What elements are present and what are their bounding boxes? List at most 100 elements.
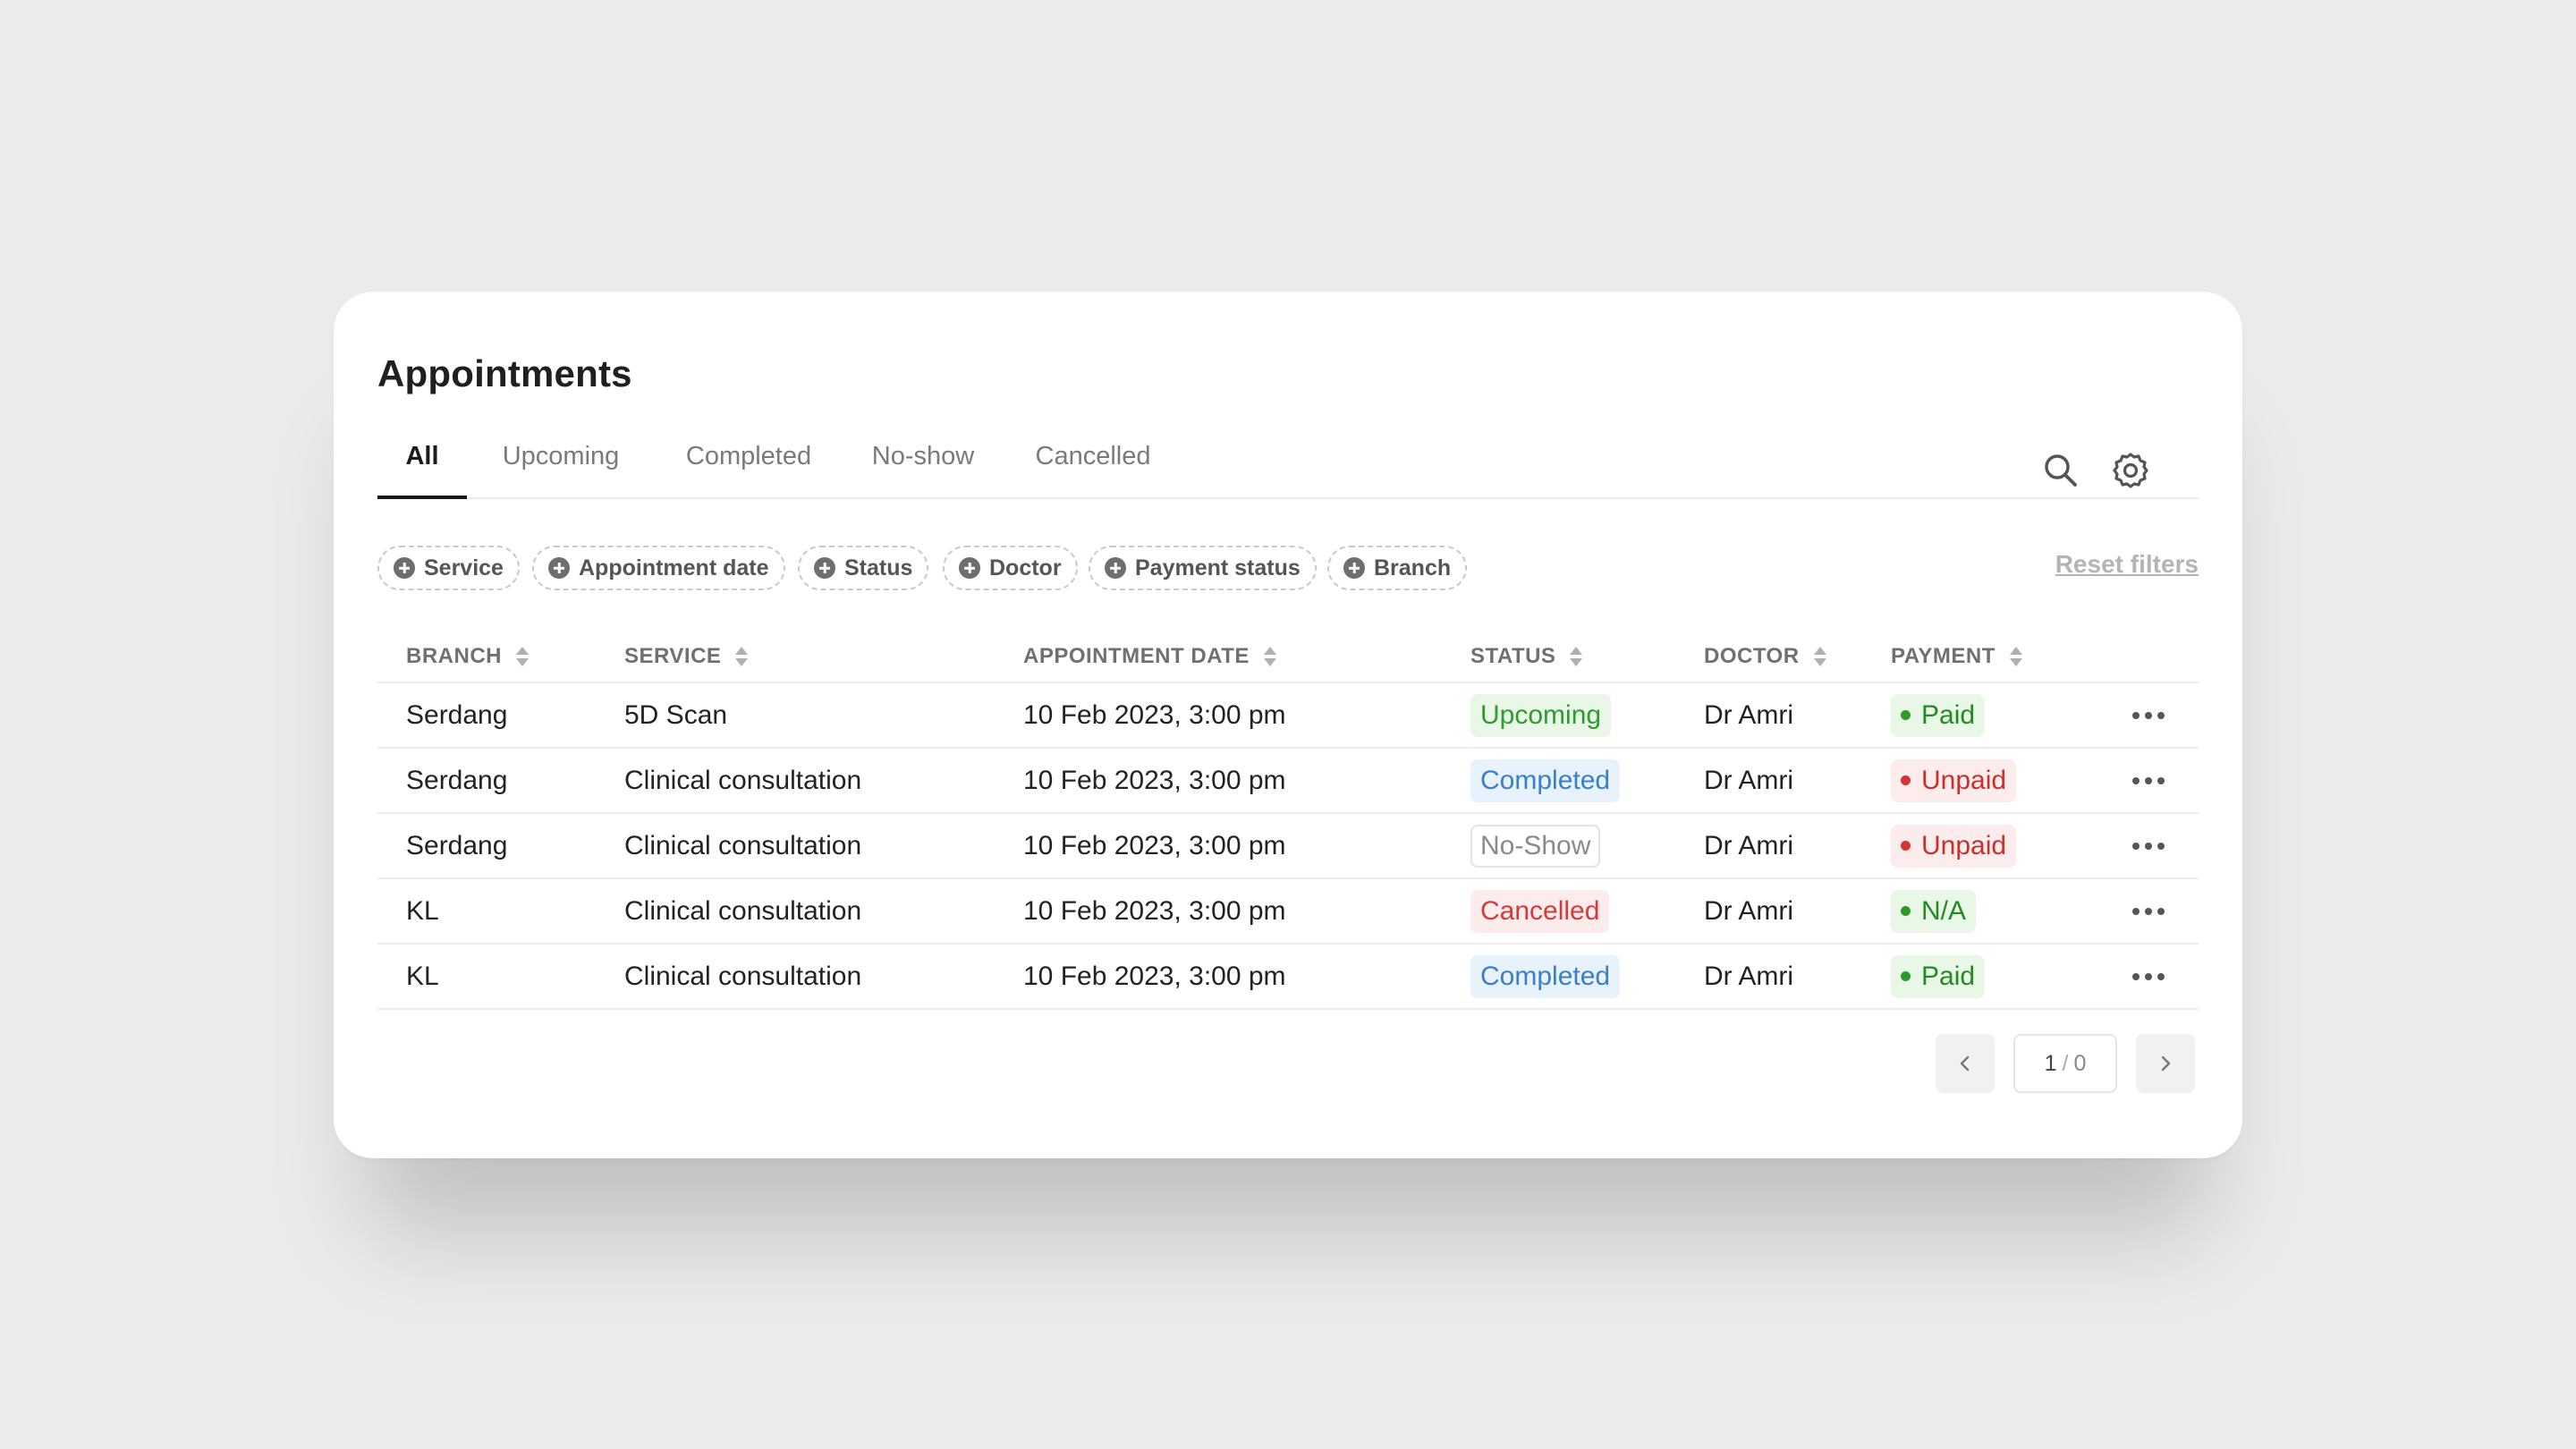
column-label: PAYMENT xyxy=(1891,644,1996,668)
status-badge: Completed xyxy=(1470,758,1621,802)
column-label: SERVICE xyxy=(624,644,722,668)
doctor-cell: Dr Amri xyxy=(1704,699,1793,730)
status-badge: Upcoming xyxy=(1470,693,1612,737)
card-content: Appointments All Upcoming Completed No-s… xyxy=(377,292,2199,1158)
chevron-right-icon xyxy=(2161,1055,2171,1072)
column-header-appointment-date[interactable]: APPOINTMENT DATE xyxy=(1023,631,1276,682)
plus-icon xyxy=(548,557,570,579)
payment-label: Paid xyxy=(1921,699,1976,730)
tab-no-show[interactable]: No-show xyxy=(860,435,986,499)
table-row[interactable]: Serdang Clinical consultation 10 Feb 202… xyxy=(377,749,2199,814)
payment-label: Unpaid xyxy=(1921,765,2007,795)
service-cell: Clinical consultation xyxy=(624,895,862,926)
sort-icon xyxy=(1813,646,1826,667)
status-badge: Cancelled xyxy=(1470,889,1610,933)
more-actions-icon[interactable] xyxy=(2132,945,2165,1008)
table-row[interactable]: KL Clinical consultation 10 Feb 2023, 3:… xyxy=(377,879,2199,945)
table-row[interactable]: Serdang 5D Scan 10 Feb 2023, 3:00 pm Upc… xyxy=(377,683,2199,749)
payment-badge: Paid xyxy=(1891,693,1986,737)
tab-cancelled[interactable]: Cancelled xyxy=(1026,435,1160,499)
filter-appointment-date[interactable]: Appointment date xyxy=(532,546,785,590)
tab-completed[interactable]: Completed xyxy=(677,435,820,499)
filter-branch[interactable]: Branch xyxy=(1327,546,1468,590)
tab-upcoming[interactable]: Upcoming xyxy=(494,435,628,499)
date-cell: 10 Feb 2023, 3:00 pm xyxy=(1023,961,1286,991)
status-dot-icon xyxy=(1901,710,1911,720)
payment-cell: Paid xyxy=(1891,945,1986,1008)
tab-all[interactable]: All xyxy=(377,435,467,499)
more-actions-icon[interactable] xyxy=(2132,683,2165,747)
sort-icon xyxy=(2009,646,2022,667)
doctor-cell: Dr Amri xyxy=(1704,765,1793,795)
sort-icon xyxy=(1263,646,1276,667)
date-cell: 10 Feb 2023, 3:00 pm xyxy=(1023,765,1286,795)
plus-icon xyxy=(1105,557,1126,579)
column-label: APPOINTMENT DATE xyxy=(1023,644,1250,668)
filter-service[interactable]: Service xyxy=(377,546,520,590)
column-header-status[interactable]: STATUS xyxy=(1470,631,1583,682)
filter-label: Appointment date xyxy=(579,555,769,580)
status-cell: Cancelled xyxy=(1470,879,1610,943)
branch-cell: Serdang xyxy=(406,765,508,795)
table-row[interactable]: KL Clinical consultation 10 Feb 2023, 3:… xyxy=(377,945,2199,1010)
column-header-doctor[interactable]: DOCTOR xyxy=(1704,631,1826,682)
more-actions-icon[interactable] xyxy=(2132,879,2165,943)
filter-payment-status[interactable]: Payment status xyxy=(1089,546,1317,590)
current-page: 1 xyxy=(2044,1050,2057,1076)
status-badge: Completed xyxy=(1470,954,1621,998)
table-row[interactable]: Serdang Clinical consultation 10 Feb 202… xyxy=(377,814,2199,879)
payment-badge: N/A xyxy=(1891,889,1977,933)
status-cell: Upcoming xyxy=(1470,683,1612,747)
payment-label: N/A xyxy=(1921,895,1967,926)
column-header-payment[interactable]: PAYMENT xyxy=(1891,631,2022,682)
status-dot-icon xyxy=(1901,971,1911,981)
branch-cell: Serdang xyxy=(406,699,508,730)
page-title: Appointments xyxy=(377,352,632,394)
service-cell: 5D Scan xyxy=(624,699,728,730)
payment-badge: Paid xyxy=(1891,954,1986,998)
doctor-cell: Dr Amri xyxy=(1704,961,1793,991)
tab-bar: All Upcoming Completed No-show Cancelled xyxy=(377,435,2199,499)
payment-label: Unpaid xyxy=(1921,830,2007,860)
reset-filters-link[interactable]: Reset filters xyxy=(2055,550,2199,579)
date-cell: 10 Feb 2023, 3:00 pm xyxy=(1023,895,1286,926)
date-cell: 10 Feb 2023, 3:00 pm xyxy=(1023,699,1286,730)
branch-cell: KL xyxy=(406,895,439,926)
status-dot-icon xyxy=(1901,775,1911,785)
more-actions-icon[interactable] xyxy=(2132,814,2165,877)
status-badge: No-Show xyxy=(1470,824,1601,868)
payment-cell: Paid xyxy=(1891,683,1986,747)
plus-icon xyxy=(814,557,835,579)
chevron-left-icon xyxy=(1960,1055,1970,1072)
more-actions-icon[interactable] xyxy=(2132,749,2165,812)
prev-page-button[interactable] xyxy=(1936,1034,1995,1093)
status-cell: No-Show xyxy=(1470,814,1601,877)
payment-cell: Unpaid xyxy=(1891,749,2017,812)
payment-badge: Unpaid xyxy=(1891,824,2017,868)
service-cell: Clinical consultation xyxy=(624,961,862,991)
filter-doctor[interactable]: Doctor xyxy=(943,546,1078,590)
search-icon[interactable] xyxy=(2041,451,2080,490)
plus-icon xyxy=(394,557,415,579)
branch-cell: KL xyxy=(406,961,439,991)
status-cell: Completed xyxy=(1470,749,1621,812)
status-dot-icon xyxy=(1901,906,1911,916)
page-indicator: 1 / 0 xyxy=(2013,1034,2117,1093)
column-label: BRANCH xyxy=(406,644,502,668)
gear-icon[interactable] xyxy=(2111,451,2150,490)
payment-cell: N/A xyxy=(1891,879,1977,943)
status-dot-icon xyxy=(1901,841,1911,851)
column-header-branch[interactable]: BRANCH xyxy=(406,631,529,682)
appointments-card: Appointments All Upcoming Completed No-s… xyxy=(334,292,2242,1158)
filter-status[interactable]: Status xyxy=(798,546,929,590)
sort-icon xyxy=(735,646,749,667)
status-cell: Completed xyxy=(1470,945,1621,1008)
payment-label: Paid xyxy=(1921,961,1976,991)
doctor-cell: Dr Amri xyxy=(1704,895,1793,926)
column-header-service[interactable]: SERVICE xyxy=(624,631,749,682)
next-page-button[interactable] xyxy=(2136,1034,2195,1093)
table-header: BRANCH SERVICE APPOINTMENT DATE STATUS D… xyxy=(377,631,2199,683)
filter-label: Service xyxy=(424,555,504,580)
service-cell: Clinical consultation xyxy=(624,830,862,860)
column-label: STATUS xyxy=(1470,644,1556,668)
